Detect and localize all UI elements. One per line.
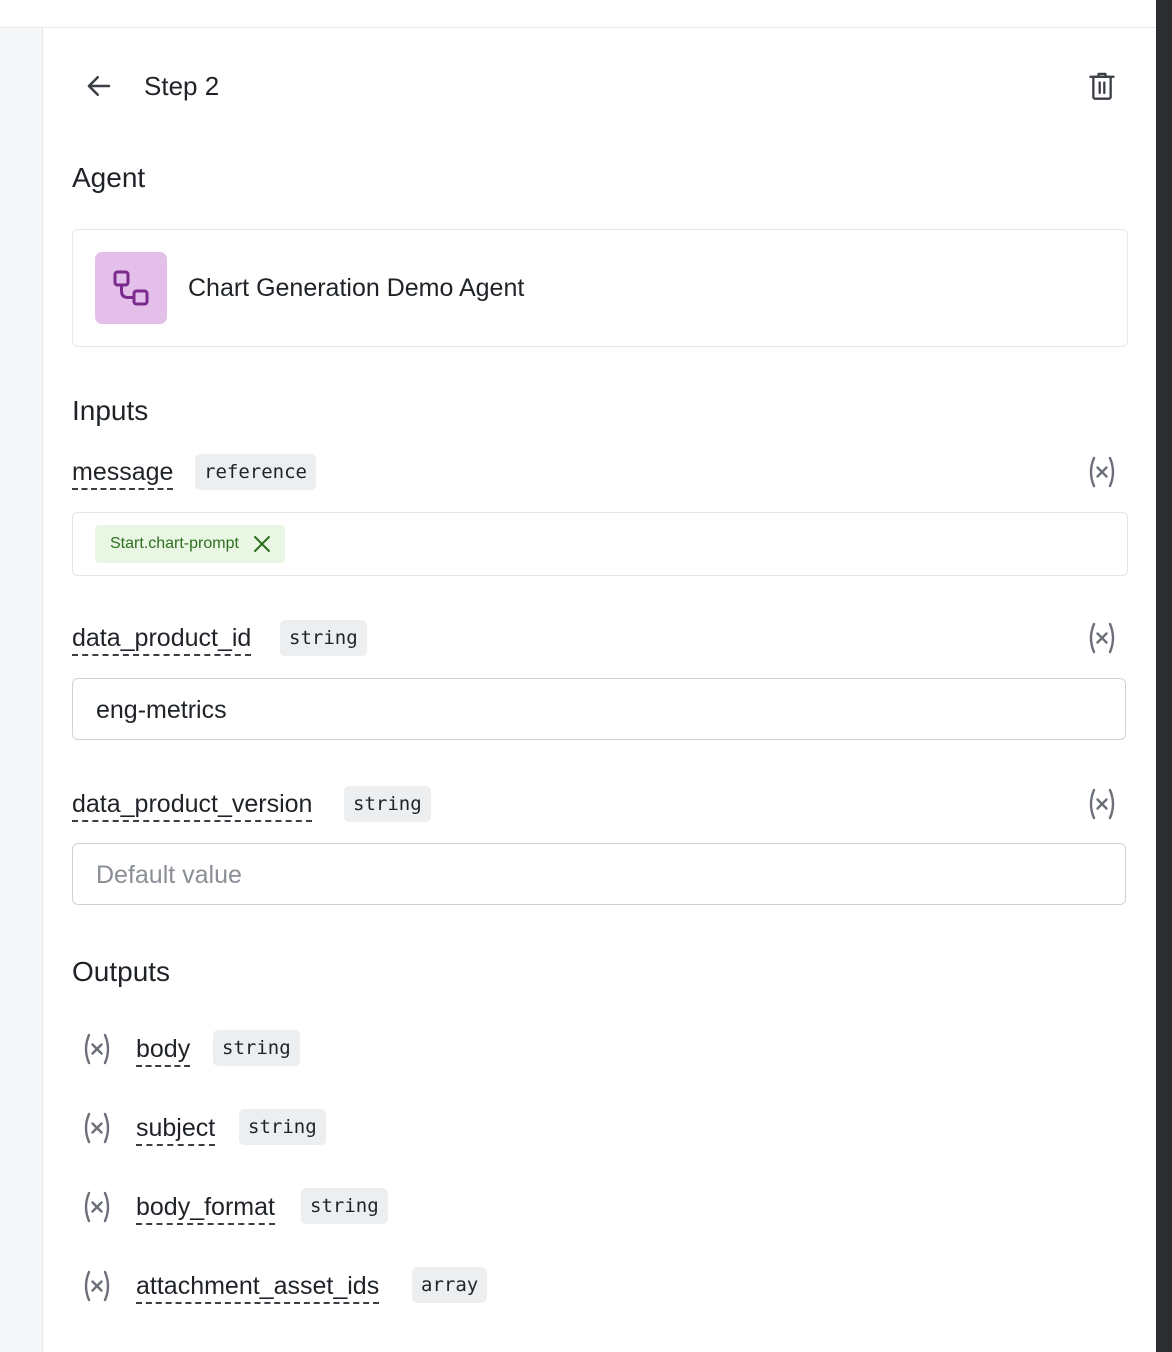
type-tag: string: [301, 1188, 388, 1224]
workflow-nodes-icon: [113, 270, 149, 306]
input-field-message: message reference: [72, 454, 1128, 494]
input-field-data-product-id: data_product_id string: [72, 620, 1128, 660]
data-product-version-input-wrapper: [72, 843, 1126, 906]
agent-name: Chart Generation Demo Agent: [188, 274, 525, 302]
remove-reference-button[interactable]: [251, 533, 273, 555]
variable-icon: [1089, 788, 1115, 820]
variable-icon: [84, 1191, 110, 1223]
variable-icon: [84, 1033, 110, 1065]
field-label[interactable]: data_product_id: [72, 622, 252, 656]
back-button[interactable]: [81, 68, 117, 104]
variable-icon: [84, 1112, 110, 1144]
window-edge: [1156, 0, 1172, 1352]
data-product-version-input[interactable]: [96, 844, 1096, 906]
field-label[interactable]: data_product_version: [72, 788, 313, 822]
reference-chip[interactable]: Start.chart-prompt: [95, 525, 285, 563]
outputs-section-title: Outputs: [72, 956, 171, 987]
output-item: body_format string: [72, 1188, 672, 1228]
output-name[interactable]: body: [136, 1033, 191, 1067]
variable-icon: [1089, 456, 1115, 488]
panel-header: Step 2: [43, 28, 1156, 144]
variable-icon-wrap: [80, 1190, 114, 1224]
agent-avatar: [95, 252, 167, 324]
inputs-section-title: Inputs: [72, 395, 149, 426]
data-product-id-input-wrapper: [72, 678, 1126, 741]
input-field-data-product-version: data_product_version string: [72, 786, 1128, 826]
arrow-left-icon: [87, 76, 111, 96]
output-name[interactable]: attachment_asset_ids: [136, 1270, 380, 1304]
close-icon: [253, 536, 270, 552]
variable-icon-wrap: [80, 1111, 114, 1145]
type-tag: array: [412, 1267, 488, 1303]
insert-variable-button[interactable]: [1085, 455, 1119, 489]
trash-icon: [1089, 72, 1115, 100]
variable-icon: [84, 1270, 110, 1302]
output-item: subject string: [72, 1109, 672, 1149]
output-name[interactable]: subject: [136, 1112, 216, 1146]
output-item: body string: [72, 1030, 672, 1070]
type-tag: string: [213, 1030, 300, 1066]
delete-step-button[interactable]: [1083, 68, 1121, 104]
insert-variable-button[interactable]: [1085, 621, 1119, 655]
agent-card[interactable]: Chart Generation Demo Agent: [72, 229, 1128, 347]
type-tag: string: [344, 786, 431, 822]
insert-variable-button[interactable]: [1085, 787, 1119, 821]
agent-section-title: Agent: [72, 162, 146, 193]
message-reference-field[interactable]: Start.chart-prompt: [72, 512, 1128, 576]
output-item: attachment_asset_ids array: [72, 1267, 672, 1307]
field-label[interactable]: message: [72, 456, 174, 490]
left-rail: [0, 28, 43, 1352]
variable-icon-wrap: [80, 1269, 114, 1303]
reference-chip-label: Start.chart-prompt: [110, 535, 239, 552]
variable-icon-wrap: [80, 1032, 114, 1066]
type-tag: string: [280, 620, 367, 656]
step-title: Step 2: [144, 71, 220, 101]
type-tag: reference: [195, 454, 316, 490]
output-name[interactable]: body_format: [136, 1191, 275, 1225]
type-tag: string: [239, 1109, 326, 1145]
top-bar: [0, 0, 1156, 28]
step-panel: Step 2 Agent Chart Generation Demo Agent…: [43, 28, 1156, 1352]
variable-icon: [1089, 622, 1115, 654]
data-product-id-input[interactable]: [96, 679, 1096, 741]
